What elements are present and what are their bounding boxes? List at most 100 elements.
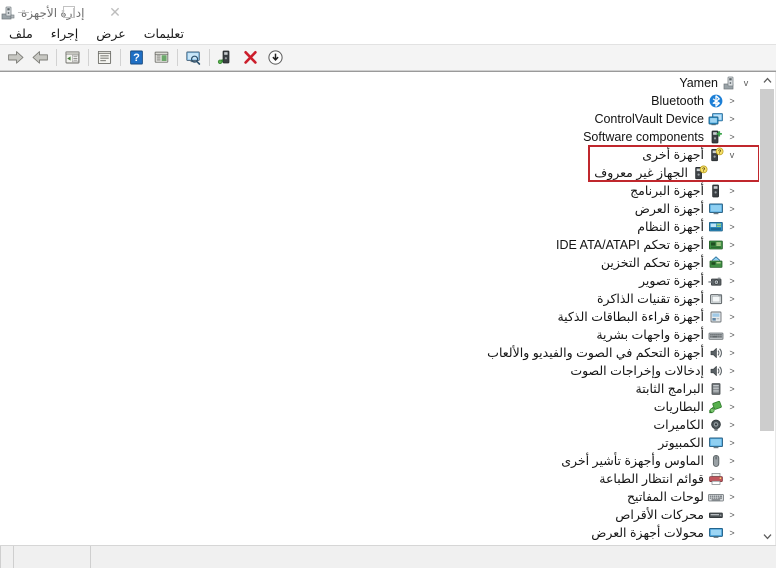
- close-button[interactable]: ✕: [92, 0, 138, 24]
- scroll-track[interactable]: [759, 89, 775, 528]
- title-bar: إدارة الأجهزة ✕: [0, 0, 776, 22]
- chevron-left-icon[interactable]: <: [725, 114, 739, 124]
- status-message: [223, 546, 776, 568]
- chevron-left-icon[interactable]: <: [725, 384, 739, 394]
- audio-io-icon: [707, 363, 725, 379]
- tree-item-firmware[interactable]: < البرامج الثابتة: [0, 380, 759, 398]
- chevron-left-icon[interactable]: <: [725, 528, 739, 538]
- menu-file[interactable]: ملف: [0, 24, 42, 43]
- chevron-left-icon[interactable]: <: [725, 510, 739, 520]
- scroll-up-button[interactable]: [759, 72, 775, 89]
- chevron-left-icon[interactable]: <: [725, 204, 739, 214]
- tree-item-display-devices[interactable]: < أجهزة العرض: [0, 200, 759, 218]
- tree-item-imaging-devices[interactable]: < أجهزة تصوير: [0, 272, 759, 290]
- tree-item-label: أجهزة تحكم التخزين: [600, 256, 704, 270]
- tree-item-label: Yamen: [679, 76, 718, 90]
- help-button[interactable]: ?: [124, 46, 149, 69]
- show-hidden-devices-button[interactable]: [60, 46, 85, 69]
- chevron-left-icon[interactable]: <: [725, 330, 739, 340]
- tree-item-ide-controllers[interactable]: < أجهزة تحكم IDE ATA/ATAPI: [0, 236, 759, 254]
- tree-item-label: ControlVault Device: [594, 112, 704, 126]
- svg-text:?: ?: [718, 150, 721, 156]
- scan-changes-button[interactable]: [181, 46, 206, 69]
- tree-item-keyboards[interactable]: < لوحات المفاتيح: [0, 488, 759, 506]
- display-adapter-icon: [707, 525, 725, 541]
- chevron-left-icon[interactable]: <: [725, 474, 739, 484]
- chevron-left-icon[interactable]: <: [725, 186, 739, 196]
- tree-item-software-components[interactable]: < Software components: [0, 128, 759, 146]
- maximize-button[interactable]: [46, 0, 92, 24]
- chevron-left-icon[interactable]: <: [725, 132, 739, 142]
- chevron-left-icon[interactable]: <: [725, 258, 739, 268]
- tree-item-label: أجهزة تقنيات الذاكرة: [597, 292, 704, 306]
- chevron-left-icon[interactable]: <: [725, 222, 739, 232]
- battery-icon: [707, 399, 725, 415]
- tree-item-human-interface-devices[interactable]: < أجهزة واجهات بشرية: [0, 326, 759, 344]
- status-panel-3: [90, 546, 223, 568]
- menu-action[interactable]: إجراء: [42, 24, 87, 43]
- tree-item-label: أجهزة قراءة البطاقات الذكية: [557, 310, 704, 324]
- maximize-icon: [63, 6, 75, 18]
- scroll-down-button[interactable]: [759, 528, 775, 545]
- tree-item-label: الماوس وأجهزة تأشير أخرى: [561, 454, 704, 468]
- vertical-scrollbar[interactable]: [759, 72, 776, 545]
- tree-item-mouse-pointing-devices[interactable]: < الماوس وأجهزة تأشير أخرى: [0, 452, 759, 470]
- tree-item-print-queues[interactable]: < قوائم انتظار الطباعة: [0, 470, 759, 488]
- tree-item-display-adapters[interactable]: < محولات أجهزة العرض: [0, 524, 759, 542]
- device-tree[interactable]: v Yamen < Bluetooth < ControlVault Devic…: [0, 72, 759, 545]
- tree-item-cameras[interactable]: < الكاميرات: [0, 416, 759, 434]
- scroll-thumb[interactable]: [760, 89, 774, 432]
- tree-item-label: الكاميرات: [653, 418, 704, 432]
- chevron-left-icon[interactable]: <: [725, 402, 739, 412]
- tree-item-label: الكمبيوتر: [658, 436, 704, 450]
- tree-item-root[interactable]: v Yamen: [0, 74, 759, 92]
- menu-view[interactable]: عرض: [87, 24, 134, 43]
- tree-item-smart-card-readers[interactable]: < أجهزة قراءة البطاقات الذكية: [0, 308, 759, 326]
- chevron-down-icon[interactable]: v: [725, 150, 739, 160]
- chevron-left-icon[interactable]: <: [725, 240, 739, 250]
- chevron-left-icon[interactable]: <: [725, 456, 739, 466]
- tree-item-batteries[interactable]: < البطاريات: [0, 398, 759, 416]
- chevron-down-icon[interactable]: v: [739, 78, 753, 88]
- tree-item-memory-technology[interactable]: < أجهزة تقنيات الذاكرة: [0, 290, 759, 308]
- chevron-left-icon[interactable]: <: [725, 294, 739, 304]
- unknown-device-icon: ?: [707, 147, 725, 163]
- forward-button[interactable]: [3, 46, 28, 69]
- toolbar: ?: [0, 44, 776, 71]
- minimize-button[interactable]: [0, 0, 46, 24]
- tree-item-software-devices[interactable]: < أجهزة البرنامج: [0, 182, 759, 200]
- chevron-left-icon[interactable]: <: [725, 312, 739, 322]
- tree-item-system-devices[interactable]: < أجهزة النظام: [0, 218, 759, 236]
- uninstall-device-button[interactable]: [238, 46, 263, 69]
- tree-item-disk-drives[interactable]: < محركات الأقراص: [0, 506, 759, 524]
- tree-item-bluetooth[interactable]: < Bluetooth: [0, 92, 759, 110]
- menu-help[interactable]: تعليمات: [135, 24, 193, 43]
- tree-item-storage-controllers[interactable]: < أجهزة تحكم التخزين: [0, 254, 759, 272]
- chevron-left-icon[interactable]: <: [725, 276, 739, 286]
- update-driver-button[interactable]: [149, 46, 174, 69]
- tree-item-label: قوائم انتظار الطباعة: [599, 472, 704, 486]
- tree-item-audio-inputs-outputs[interactable]: < إدخالات وإخراجات الصوت: [0, 362, 759, 380]
- scan-hardware-button[interactable]: [213, 46, 238, 69]
- chevron-left-icon[interactable]: <: [725, 438, 739, 448]
- chevron-left-icon[interactable]: <: [725, 492, 739, 502]
- tree-item-sound-video-game-controllers[interactable]: < أجهزة التحكم في الصوت والفيديو والألعا…: [0, 344, 759, 362]
- tree-item-label: أجهزة النظام: [637, 220, 704, 234]
- chevron-left-icon[interactable]: <: [725, 96, 739, 106]
- chevron-left-icon[interactable]: <: [725, 366, 739, 376]
- chevron-left-icon[interactable]: <: [725, 420, 739, 430]
- human-interface-icon: [707, 327, 725, 343]
- tree-item-label: أجهزة واجهات بشرية: [596, 328, 704, 342]
- chevron-left-icon[interactable]: <: [725, 348, 739, 358]
- tree-item-unknown-device[interactable]: · ? الجهاز غير معروف: [0, 164, 759, 182]
- controlvault-icon: [707, 111, 725, 127]
- minimize-icon: [17, 11, 29, 13]
- tree-item-other-devices[interactable]: v ? أجهزة أخرى: [0, 146, 759, 164]
- tree-item-controlvault[interactable]: < ControlVault Device: [0, 110, 759, 128]
- download-driver-button[interactable]: [263, 46, 288, 69]
- tree-item-computer[interactable]: < الكمبيوتر: [0, 434, 759, 452]
- back-button[interactable]: [28, 46, 53, 69]
- properties-button[interactable]: [92, 46, 117, 69]
- tree-item-label: أجهزة تحكم IDE ATA/ATAPI: [556, 238, 704, 252]
- disk-drive-icon: [707, 507, 725, 523]
